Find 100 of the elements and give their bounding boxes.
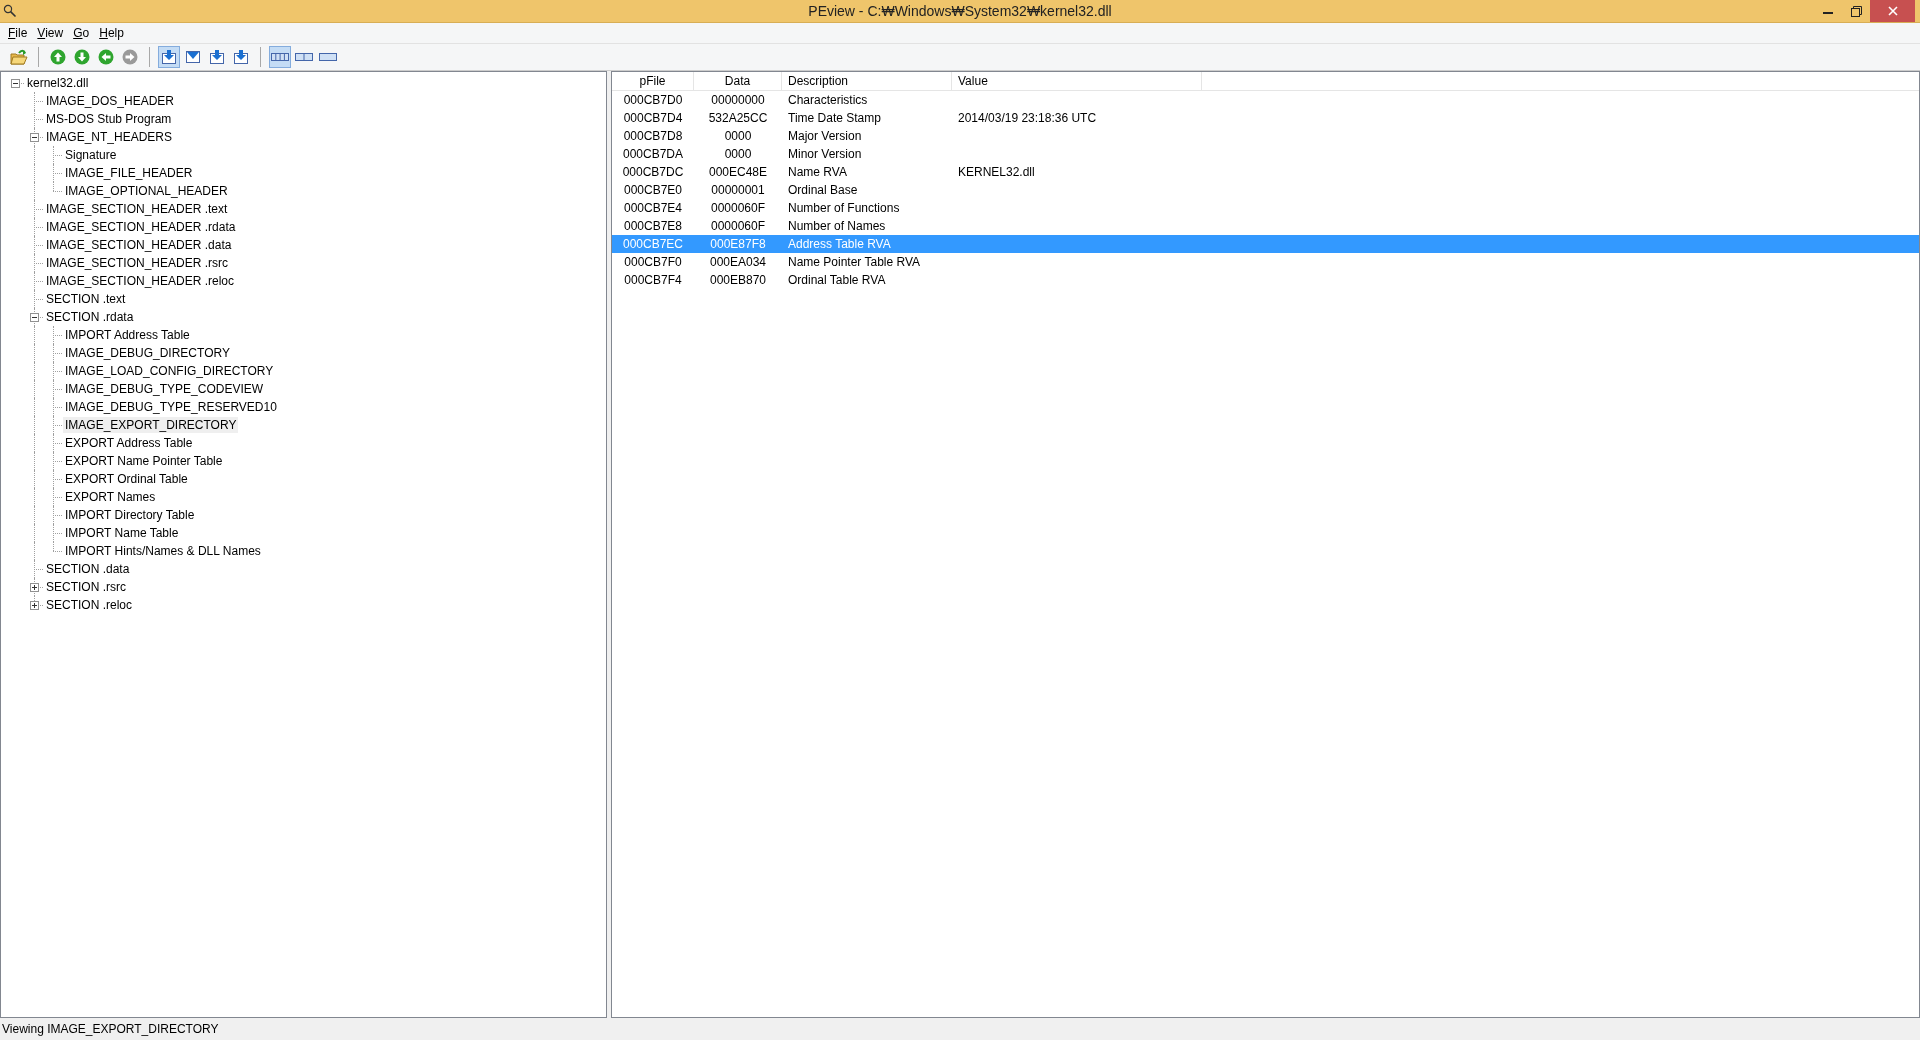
table-cell-text: 000CB7E8 [622,219,683,233]
tree-item[interactable]: IMAGE_DEBUG_DIRECTORY [63,345,232,361]
tree-item[interactable]: IMPORT Name Table [63,525,181,541]
view-button[interactable] [158,46,180,68]
table-cell-text: Minor Version [787,147,863,161]
tree-item[interactable]: IMAGE_DEBUG_TYPE_CODEVIEW [63,381,266,397]
expand-icon[interactable] [30,601,39,610]
tree-item[interactable]: IMAGE_FILE_HEADER [63,165,195,181]
table-cell-text: 000CB7E0 [622,183,683,197]
table-cell-text: Name Pointer Table RVA [787,255,922,269]
tree-item[interactable]: IMAGE_SECTION_HEADER .text [44,201,230,217]
grid-icon [271,52,289,62]
table-cell-text: 000E87F8 [709,237,767,251]
table-row[interactable]: 000CB7F0 000EA034 Name Pointer Table RVA [612,253,1919,271]
tree-item[interactable]: IMPORT Address Table [63,327,192,343]
tree-item[interactable]: IMAGE_LOAD_CONFIG_DIRECTORY [63,363,276,379]
table-cell-text: KERNEL32.dll [957,165,1036,179]
tree-item[interactable]: SECTION .rsrc [44,579,128,595]
column-header[interactable]: Value [952,72,1202,90]
tray-down-arrow-icon [233,49,249,65]
tray-down-arrow-icon [161,49,177,65]
close-icon [1887,6,1898,16]
tree-item[interactable]: IMAGE_EXPORT_DIRECTORY [63,417,239,433]
tree-item[interactable]: kernel32.dll [25,75,91,91]
tree-item[interactable]: IMPORT Directory Table [63,507,197,523]
tree-item[interactable]: IMAGE_SECTION_HEADER .rsrc [44,255,231,271]
table-row[interactable]: 000CB7DA 0000 Minor Version [612,145,1919,163]
table-cell-text: 2014/03/19 23:18:36 UTC [957,111,1098,125]
table-cell-text: Number of Functions [787,201,901,215]
menu-item[interactable]: File [3,26,33,40]
table-cell-text: 00000001 [710,183,766,197]
restore-icon [1850,5,1862,17]
tree-item[interactable]: SECTION .reloc [44,597,134,613]
table-cell-text: 0000060F [709,219,766,233]
collapse-icon[interactable] [30,133,39,142]
tree-item[interactable]: IMAGE_SECTION_HEADER .reloc [44,273,237,289]
tree-item[interactable]: IMAGE_DOS_HEADER [44,93,177,109]
table-row[interactable]: 000CB7D4 532A25CC Time Date Stamp 2014/03/19 23:18:36 UTC [612,109,1919,127]
table-cell-text: Major Version [787,129,863,143]
open-folder-icon [10,49,28,65]
table-cell-text: 000CB7DA [621,147,684,161]
tree-item[interactable]: EXPORT Names [63,489,158,505]
table-cell-text: 000EA034 [708,255,768,269]
table-cell-text: 0000 [723,147,753,161]
table-cell-text: 532A25CC [707,111,769,125]
table-cell-text: 000CB7D0 [622,93,684,107]
magnifier-icon [3,4,17,18]
collapse-icon[interactable] [30,313,39,322]
table-cell-text: Name RVA [787,165,848,179]
table-row[interactable]: 000CB7E4 0000060F Number of Functions [612,199,1919,217]
table-cell-text: 000CB7F0 [623,255,683,269]
table-cell-text: Ordinal Base [787,183,859,197]
table-cell-text: 000CB7D8 [622,129,684,143]
table-row[interactable]: 000CB7E0 00000001 Ordinal Base [612,181,1919,199]
table-row[interactable]: 000CB7D0 00000000 Characteristics [612,91,1919,109]
tree-item[interactable]: MS-DOS Stub Program [44,111,174,127]
tree-item[interactable]: SECTION .data [44,561,132,577]
window-title: PEview - C:₩Windows₩System32₩kernel32.dll [808,3,1112,19]
expand-icon[interactable] [30,583,39,592]
table-cell-text: Address Table RVA [787,237,892,251]
envelope-icon [185,49,201,65]
column-header[interactable]: Data [694,72,782,90]
table-row[interactable]: 000CB7F4 000EB870 Ordinal Table RVA [612,271,1919,289]
table-row[interactable]: 000CB7E8 0000060F Number of Names [612,217,1919,235]
tray-down-arrow-icon [209,49,225,65]
table-cell-text: Characteristics [787,93,869,107]
menu-item[interactable]: View [32,26,69,40]
layout-button[interactable] [269,46,291,68]
table-cell-text: 000CB7E4 [622,201,683,215]
collapse-icon[interactable] [11,79,20,88]
tree-item[interactable]: SECTION .text [44,291,128,307]
tree-item[interactable]: Signature [63,147,119,163]
table-row[interactable]: 000CB7DC 000EC48E Name RVA KERNEL32.dll [612,163,1919,181]
table-cell-text: Number of Names [787,219,887,233]
tree-item[interactable]: IMAGE_NT_HEADERS [44,129,175,145]
table-row[interactable]: 000CB7D8 0000 Major Version [612,127,1919,145]
table-cell-text: 0000060F [709,201,766,215]
table-cell-text: 000CB7F4 [623,273,683,287]
tree-item[interactable]: IMPORT Hints/Names & DLL Names [63,543,263,559]
status-text: Viewing IMAGE_EXPORT_DIRECTORY [2,1022,219,1036]
tree-item[interactable]: EXPORT Name Pointer Table [63,453,225,469]
tree-item[interactable]: IMAGE_DEBUG_TYPE_RESERVED10 [63,399,279,415]
column-header[interactable]: Description [782,72,952,90]
table-cell-text: 00000000 [710,93,766,107]
table-cell-text: Ordinal Table RVA [787,273,887,287]
menu-item[interactable]: Go [68,26,95,40]
table-cell-text: 000EB870 [708,273,768,287]
menu-item[interactable]: Help [94,26,129,40]
tree-item[interactable]: EXPORT Ordinal Table [63,471,190,487]
tree-item[interactable]: EXPORT Address Table [63,435,195,451]
table-cell-text: Time Date Stamp [787,111,882,125]
single-panel-icon [319,52,337,62]
tree-item[interactable]: IMAGE_SECTION_HEADER .rdata [44,219,238,235]
table-cell-text: 0000 [723,129,753,143]
tree-item[interactable]: SECTION .rdata [44,309,136,325]
tree-item[interactable]: IMAGE_SECTION_HEADER .data [44,237,234,253]
tree-item[interactable]: IMAGE_OPTIONAL_HEADER [63,183,230,199]
table-cell-text: 000CB7DC [621,165,685,179]
split-panel-icon [295,52,313,62]
column-header[interactable]: pFile [612,72,694,90]
